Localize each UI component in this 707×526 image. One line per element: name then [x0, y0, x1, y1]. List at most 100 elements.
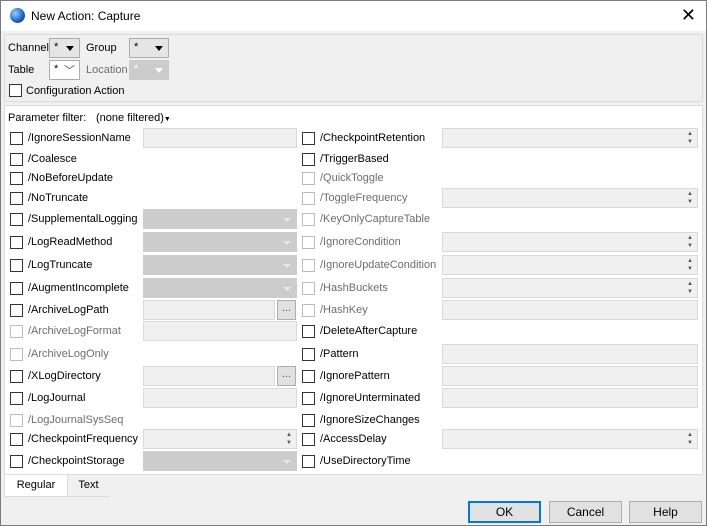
archivelogpath-label: /ArchiveLogPath: [28, 304, 109, 316]
augmentincomplete-select[interactable]: [143, 278, 297, 298]
close-icon[interactable]: ✕: [681, 5, 696, 25]
tab-text[interactable]: Text: [68, 475, 109, 497]
coalesce-label: /Coalesce: [28, 153, 77, 165]
ignoreupdatecondition-label: /IgnoreUpdateCondition: [320, 259, 437, 271]
dialog-window: New Action: Capture ✕ Channel * Group * …: [0, 0, 707, 526]
spinner-arrows-icon[interactable]: ▲ ▼: [283, 431, 295, 447]
logtruncate-checkbox[interactable]: [10, 259, 23, 272]
pattern-input[interactable]: [442, 344, 698, 364]
checkpointstorage-select[interactable]: [143, 451, 297, 471]
deleteaftercapture-checkbox[interactable]: [302, 325, 315, 338]
ignoreunterminated-input[interactable]: [442, 388, 698, 408]
ignoresizechanges-label: /IgnoreSizeChanges: [320, 414, 420, 426]
channel-select[interactable]: *: [49, 38, 80, 58]
notruncate-label: /NoTruncate: [28, 192, 89, 204]
checkpointfrequency-label: /CheckpointFrequency: [28, 433, 139, 445]
archivelogformat-input: [143, 321, 297, 341]
ignorecondition-checkbox: [302, 236, 315, 249]
logreadmethod-select[interactable]: [143, 232, 297, 252]
checkpointretention-checkbox[interactable]: [302, 132, 315, 145]
ignoresessionname-checkbox[interactable]: [10, 132, 23, 145]
parameter-filter-value: (none filtered): [96, 112, 164, 124]
spinner-arrows-icon[interactable]: ▲ ▼: [684, 130, 696, 146]
hashkey-input: [442, 300, 698, 320]
archivelogpath-browse-button[interactable]: ...: [277, 300, 296, 320]
checkpointstorage-checkbox[interactable]: [10, 455, 23, 468]
group-select[interactable]: *: [129, 38, 169, 58]
archivelogonly-label: /ArchiveLogOnly: [28, 348, 109, 360]
archivelogonly-checkbox: [10, 348, 23, 361]
spinner-arrows-icon: ▲ ▼: [687, 191, 693, 205]
checkpointretention-label: /CheckpointRetention: [320, 132, 426, 144]
xlogdirectory-browse-button[interactable]: ...: [277, 366, 296, 386]
ok-button[interactable]: OK: [468, 501, 541, 523]
logtruncate-select[interactable]: [143, 255, 297, 275]
keyonlycapturetable-checkbox: [302, 213, 315, 226]
supplementallogging-checkbox[interactable]: [10, 213, 23, 226]
location-label: Location: [86, 64, 128, 76]
xlogdirectory-input[interactable]: [143, 366, 275, 386]
accessdelay-checkbox[interactable]: [302, 433, 315, 446]
window-title: New Action: Capture: [31, 9, 141, 23]
archivelogpath-input[interactable]: [143, 300, 275, 320]
parameter-filter-dropdown[interactable]: (none filtered)▼: [96, 112, 171, 124]
xlogdirectory-label: /XLogDirectory: [28, 370, 101, 382]
ignoreupdatecondition-checkbox: [302, 259, 315, 272]
location-value: *: [134, 63, 139, 75]
checkpointfrequency-checkbox[interactable]: [10, 433, 23, 446]
ignoresizechanges-checkbox[interactable]: [302, 414, 315, 427]
deleteaftercapture-label: /DeleteAfterCapture: [320, 325, 418, 337]
logjournal-checkbox[interactable]: [10, 392, 23, 405]
quicktoggle-checkbox: [302, 172, 315, 185]
checkpointretention-spinner[interactable]: ▲ ▼: [442, 128, 698, 148]
supplementallogging-label: /SupplementalLogging: [28, 213, 138, 225]
keyonlycapturetable-label: /KeyOnlyCaptureTable: [320, 213, 431, 225]
logtruncate-label: /LogTruncate: [28, 259, 93, 271]
togglefrequency-checkbox: [302, 192, 315, 205]
xlogdirectory-checkbox[interactable]: [10, 370, 23, 383]
ignorepattern-checkbox[interactable]: [302, 370, 315, 383]
ignoresessionname-input[interactable]: [143, 128, 297, 148]
logreadmethod-checkbox[interactable]: [10, 236, 23, 249]
channel-label: Channel: [8, 42, 49, 54]
spinner-arrows-icon[interactable]: ▲ ▼: [684, 431, 696, 447]
hashbuckets-checkbox: [302, 282, 315, 295]
table-label: Table: [8, 64, 35, 76]
nobeforeupdate-checkbox[interactable]: [10, 172, 23, 185]
help-button[interactable]: Help: [629, 501, 702, 523]
augmentincomplete-label: /AugmentIncomplete: [28, 282, 129, 294]
supplementallogging-select[interactable]: [143, 209, 297, 229]
notruncate-checkbox[interactable]: [10, 192, 23, 205]
triggerbased-checkbox[interactable]: [302, 153, 315, 166]
tab-regular[interactable]: Regular: [4, 475, 68, 497]
togglefrequency-label: /ToggleFrequency: [320, 192, 408, 204]
cancel-button[interactable]: Cancel: [549, 501, 622, 523]
ignoreupdatecondition-spinner: ▲ ▼: [442, 255, 698, 275]
checkpointstorage-label: /CheckpointStorage: [28, 455, 125, 467]
augmentincomplete-checkbox[interactable]: [10, 282, 23, 295]
checkpointfrequency-spinner[interactable]: ▲ ▼: [143, 429, 297, 449]
table-value: *: [54, 63, 59, 75]
caret-down-icon: ▼: [163, 116, 171, 123]
accessdelay-spinner[interactable]: ▲ ▼: [442, 429, 698, 449]
archivelogpath-checkbox[interactable]: [10, 304, 23, 317]
coalesce-checkbox[interactable]: [10, 153, 23, 166]
usedirectorytime-checkbox[interactable]: [302, 455, 315, 468]
group-label: Group: [86, 42, 117, 54]
ignorecondition-label: /IgnoreCondition: [320, 236, 401, 248]
ignorepattern-input[interactable]: [442, 366, 698, 386]
ignorepattern-label: /IgnorePattern: [320, 370, 390, 382]
hashkey-checkbox: [302, 304, 315, 317]
ignoreunterminated-checkbox[interactable]: [302, 392, 315, 405]
chevron-down-icon: [155, 68, 163, 73]
app-globe-icon: [10, 8, 25, 23]
pattern-checkbox[interactable]: [302, 348, 315, 361]
quicktoggle-label: /QuickToggle: [320, 172, 384, 184]
accessdelay-label: /AccessDelay: [320, 433, 387, 445]
logjournal-input[interactable]: [143, 388, 297, 408]
chevron-down-icon: ﹀: [64, 65, 75, 77]
table-select[interactable]: * ﹀: [49, 60, 80, 80]
title-bar: New Action: Capture ✕: [1, 1, 706, 31]
configuration-action-checkbox[interactable]: [9, 84, 22, 97]
archivelogformat-label: /ArchiveLogFormat: [28, 325, 121, 337]
